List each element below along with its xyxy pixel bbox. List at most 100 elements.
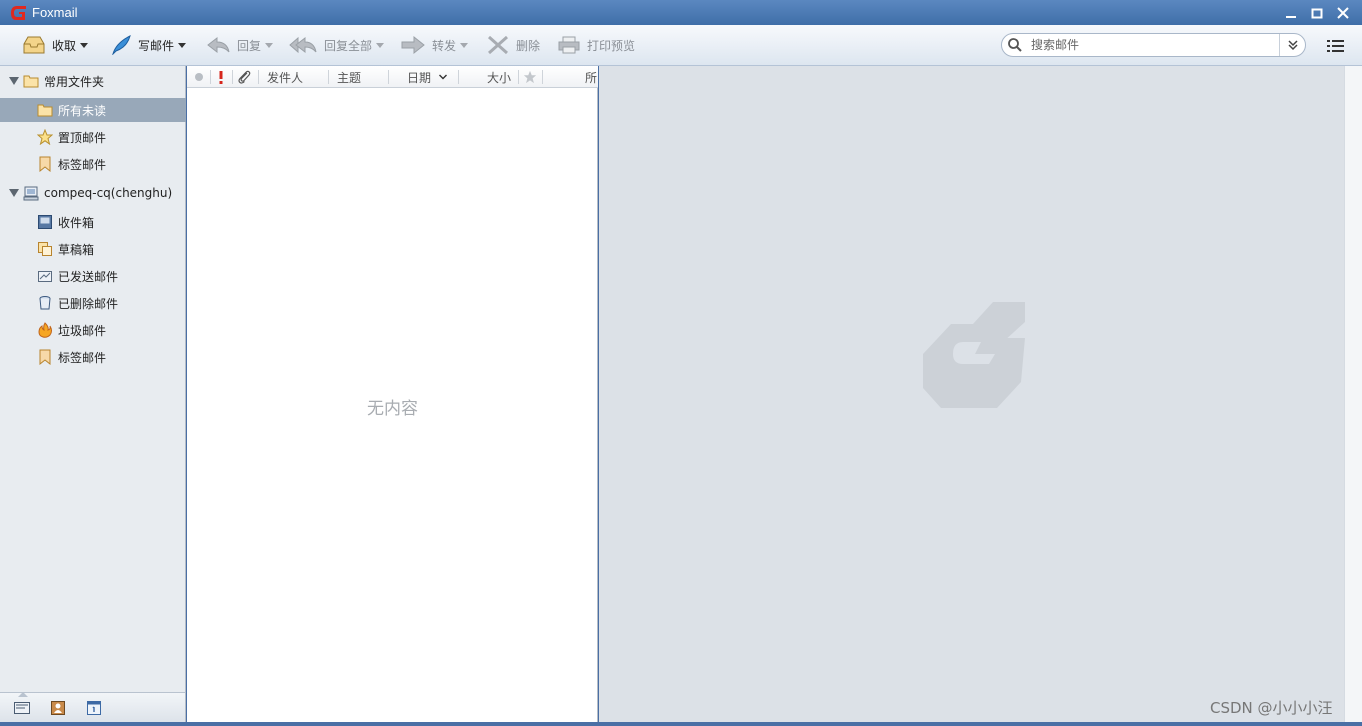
mail-list-header: 发件人 主题 日期 大小 所 [187,66,598,88]
expand-triangle-icon[interactable] [9,189,19,197]
scissors-delete-icon [488,35,508,55]
sidebar-item-label: 收件箱 [58,215,95,230]
window-bottom-border [0,722,1362,726]
bookmark-icon [39,349,51,365]
expand-triangle-icon[interactable] [9,77,19,85]
date-column-header[interactable]: 日期 [407,66,457,88]
double-chevron-down-icon [1287,40,1298,51]
reply-all-arrow-icon [289,36,317,54]
subject-column-label: 主题 [337,70,362,85]
close-icon[interactable] [1330,2,1356,24]
priority-column-icon[interactable] [218,66,228,88]
account-icon [23,186,39,201]
chevron-down-icon[interactable] [80,42,89,48]
reply-arrow-icon [207,36,230,54]
folder-column-header[interactable]: 所 [585,66,598,88]
contacts-icon[interactable] [49,700,67,716]
size-column-label: 大小 [487,70,512,85]
search-options-button[interactable] [1279,34,1305,56]
reply-label: 回复 [237,38,262,53]
sent-icon [38,271,52,282]
subject-column-header[interactable]: 主题 [337,66,387,88]
forward-button[interactable]: 转发 [396,30,472,60]
sidebar-item-inbox[interactable]: 收件箱 [0,210,186,234]
mail-list-pane: 发件人 主题 日期 大小 所 无内容 [187,66,598,722]
minimize-icon[interactable] [1278,2,1304,24]
attachment-column-icon[interactable] [237,66,253,88]
bookmark-icon [39,156,51,172]
sidebar-item-pinned[interactable]: 置顶邮件 [0,125,186,149]
sidebar-item-label: 置顶邮件 [58,130,107,145]
sidebar-item-label: 已删除邮件 [58,296,119,311]
sidebar-item-label: 垃圾邮件 [58,323,107,338]
sidebar-item-drafts[interactable]: 草稿箱 [0,237,186,261]
mail-view-icon[interactable] [13,700,31,716]
read-status-column-icon[interactable] [194,66,206,88]
folder-sidebar: 常用文件夹 所有未读 置顶邮件 标签邮件 compeq-cq(chenghu) [0,66,186,692]
vertical-scrollbar[interactable] [1344,66,1362,722]
reply-all-button[interactable]: 回复全部 [284,30,388,60]
forward-arrow-icon [401,35,425,55]
csdn-watermark: CSDN @小小小汪 [1210,699,1333,717]
sidebar-bottom-bar [0,692,186,722]
sidebar-item-label: 草稿箱 [58,242,95,257]
window-title: Foxmail [32,5,78,20]
star-icon [37,129,53,145]
chevron-down-icon[interactable] [178,42,187,48]
sidebar-item-spam[interactable]: 垃圾邮件 [0,318,186,342]
sidebar-item-tagged[interactable]: 标签邮件 [0,152,186,176]
sender-column-label: 发件人 [267,70,304,85]
title-bar: Foxmail [0,0,1362,25]
compose-button[interactable]: 写邮件 [106,30,190,60]
delete-button[interactable]: 删除 [482,30,544,60]
spam-fire-icon [38,322,52,338]
reply-all-label: 回复全部 [324,38,373,53]
sidebar-item-deleted[interactable]: 已删除邮件 [0,291,186,315]
window-controls [1278,2,1356,24]
print-preview-button[interactable]: 打印预览 [553,30,639,60]
star-column-icon[interactable] [523,66,539,88]
sidebar-item-all-unread[interactable]: 所有未读 [0,98,186,122]
chevron-down-icon[interactable] [460,42,469,48]
sidebar-item-sent[interactable]: 已发送邮件 [0,264,186,288]
preview-pane [599,66,1344,722]
collapse-notch-icon [18,692,28,697]
folder-icon [37,104,53,117]
reply-button[interactable]: 回复 [201,30,277,60]
printer-icon [558,36,580,54]
receive-button[interactable]: 收取 [18,30,92,60]
compose-label: 写邮件 [138,38,175,53]
account-group[interactable]: compeq-cq(chenghu) [0,181,186,205]
search-input[interactable] [1031,35,1279,55]
feather-pen-icon [112,35,131,55]
folder-column-label: 所 [585,70,598,85]
search-icon [1008,38,1022,52]
search-box [1001,33,1306,57]
folder-icon [23,75,39,88]
sender-column-header[interactable]: 发件人 [267,66,327,88]
calendar-icon[interactable] [85,700,103,716]
chevron-down-icon[interactable] [376,42,385,48]
date-column-label: 日期 [407,70,432,85]
print-preview-label: 打印预览 [587,38,636,53]
maximize-icon[interactable] [1304,2,1330,24]
sort-chevron-down-icon [439,74,448,80]
empty-list-message: 无内容 [367,399,418,419]
sidebar-item-label: 标签邮件 [58,157,107,172]
trash-icon [39,296,51,310]
foxmail-logo-icon [11,5,26,20]
main-toolbar: 收取 写邮件 回复 回复全部 转发 删除 打印预览 搜索邮件 [0,25,1362,66]
folder-group-label: 常用文件夹 [44,74,105,89]
menu-list-icon[interactable] [1326,37,1346,55]
foxmail-watermark-logo-icon [923,302,1025,408]
size-column-header[interactable]: 大小 [487,66,517,88]
forward-label: 转发 [432,38,457,53]
folder-group-favorites[interactable]: 常用文件夹 [0,69,186,93]
inbox-tray-icon [23,36,45,54]
chevron-down-icon[interactable] [265,42,274,48]
sidebar-item-label: 标签邮件 [58,350,107,365]
sidebar-item-tagged-account[interactable]: 标签邮件 [0,345,186,369]
sidebar-item-label: 已发送邮件 [58,269,119,284]
sidebar-item-label: 所有未读 [58,103,107,118]
account-label: compeq-cq(chenghu) [44,186,173,200]
